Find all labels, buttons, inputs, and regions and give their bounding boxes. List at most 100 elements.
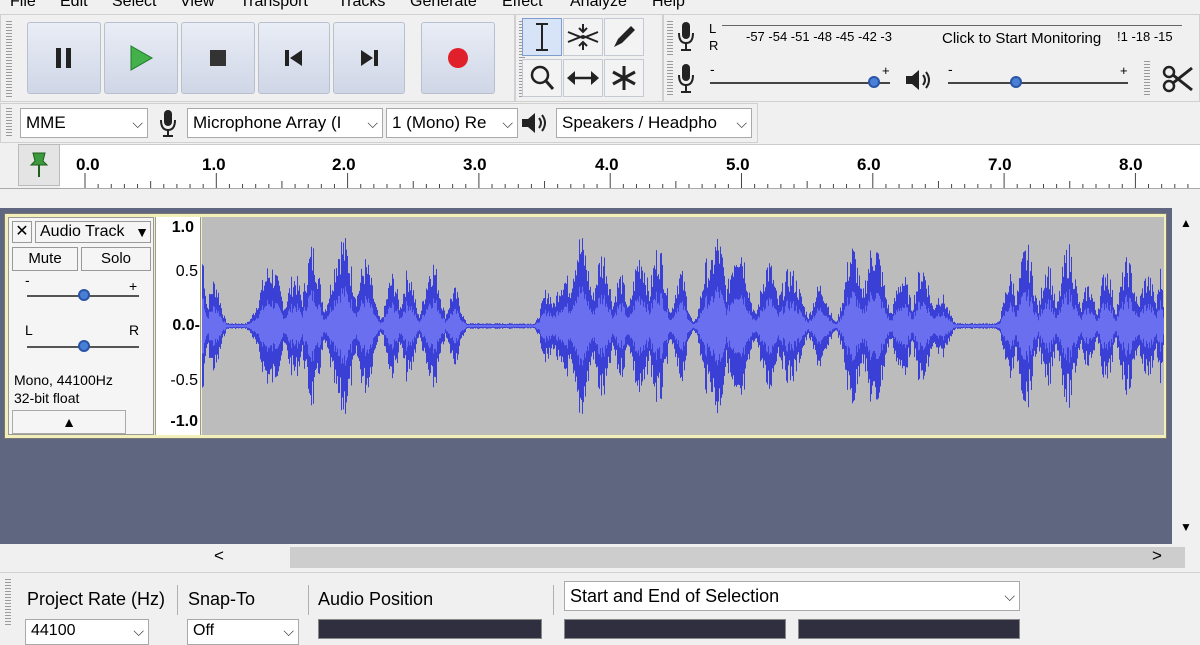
scrollbar-thumb[interactable] (290, 547, 1185, 568)
audio-position-label: Audio Position (318, 589, 434, 609)
solo-button[interactable]: Solo (81, 247, 151, 271)
envelope-icon (567, 24, 599, 50)
menu-analyze[interactable]: Analyze (570, 0, 627, 11)
toolbar-grip[interactable] (5, 579, 11, 627)
dropdown-arrow-icon: ▼ (135, 224, 149, 240)
time-shift-tool-button[interactable] (563, 59, 603, 97)
toolbar-grip[interactable] (1144, 61, 1150, 95)
scale-label: 0.0- (172, 317, 200, 334)
skip-to-start-button[interactable] (258, 22, 330, 94)
selection-start-time[interactable] (564, 619, 786, 639)
draw-tool-button[interactable] (604, 18, 644, 56)
record-meter[interactable]: -57 -54 -51 -48 -45 -42 -3 Click to Star… (722, 17, 1182, 57)
scissors-icon (1162, 65, 1193, 93)
chevron-down-icon: ⌵ (365, 109, 378, 137)
zoom-tool-button[interactable] (522, 59, 562, 97)
mute-button[interactable]: Mute (12, 247, 78, 271)
menu-select[interactable]: Select (112, 0, 156, 11)
microphone-icon[interactable] (676, 21, 696, 53)
audio-host-select[interactable]: MME ⌵ (20, 108, 148, 138)
pin-playhead-button[interactable] (18, 144, 60, 186)
menu-generate[interactable]: Generate (410, 0, 477, 11)
vertical-scrollbar[interactable]: ▲ ▼ (1172, 208, 1200, 544)
ruler-label: 0.0 (76, 155, 100, 174)
recording-volume-slider[interactable]: - + (710, 61, 890, 95)
speaker-icon (522, 113, 546, 133)
close-track-button[interactable]: ✕ (12, 221, 32, 243)
scroll-down-icon[interactable]: ▼ (1180, 520, 1192, 534)
audio-position-time[interactable] (318, 619, 542, 639)
speaker-icon (906, 70, 930, 90)
toolbar-grip[interactable] (667, 61, 673, 95)
collapse-arrow-icon: ▲ (62, 414, 76, 430)
scroll-right-icon[interactable]: > (1152, 546, 1162, 566)
selection-tool-button[interactable] (522, 18, 562, 56)
recording-device-select[interactable]: Microphone Array (I ⌵ (187, 108, 383, 138)
track-control-panel: ✕ Audio Track ▼ Mute Solo - + L R Mono, … (8, 217, 154, 435)
selection-toolbar: Project Rate (Hz) Snap-To Audio Position… (0, 572, 1200, 645)
monitor-prompt[interactable]: Click to Start Monitoring (942, 30, 1102, 47)
slider-thumb[interactable] (868, 76, 880, 88)
ruler-label: 6.0 (857, 155, 881, 174)
chevron-down-icon: ⌵ (734, 109, 747, 137)
close-icon: ✕ (15, 223, 29, 240)
track-menu-button[interactable]: Audio Track ▼ (35, 221, 151, 243)
waveform-display[interactable] (202, 217, 1164, 435)
slider-thumb[interactable] (78, 340, 90, 352)
pencil-icon (614, 26, 635, 47)
chevron-down-icon: ⌵ (283, 623, 294, 639)
project-rate-select[interactable]: 44100 ⌵ (25, 619, 149, 645)
menu-view[interactable]: View (180, 0, 214, 11)
ruler-label: 3.0 (463, 155, 487, 174)
menu-bar: File Edit Select View Transport Tracks G… (0, 0, 1200, 12)
snap-to-select[interactable]: Off ⌵ (187, 619, 299, 645)
collapse-track-button[interactable]: ▲ (12, 410, 126, 434)
double-arrow-icon (567, 71, 599, 85)
ruler-label: 2.0 (332, 155, 356, 174)
vertical-amplitude-scale[interactable]: 1.0 0.5 0.0- -0.5 -1.0 (155, 217, 201, 435)
selection-mode-select[interactable]: Start and End of Selection ⌵ (564, 581, 1020, 611)
menu-file[interactable]: File (10, 0, 36, 11)
menu-tracks[interactable]: Tracks (338, 0, 385, 11)
gain-slider[interactable]: - + (23, 272, 141, 308)
stop-icon (210, 50, 226, 66)
recording-channels-select[interactable]: 1 (Mono) Re ⌵ (386, 108, 518, 138)
toolbar-grip[interactable] (667, 21, 673, 55)
selection-end-time[interactable] (798, 619, 1020, 639)
scale-label: 0.5 (175, 263, 198, 280)
menu-effect[interactable]: Effect (502, 0, 543, 11)
track-bit-depth: 32-bit float (14, 390, 80, 406)
ruler-label: 5.0 (726, 155, 750, 174)
stop-button[interactable] (181, 22, 255, 94)
skip-to-end-button[interactable] (333, 22, 405, 94)
pause-button[interactable] (27, 22, 101, 94)
skip-to-start-icon (285, 50, 302, 66)
ruler-ticks (84, 173, 1189, 189)
multi-tool-button[interactable] (604, 59, 644, 97)
scale-label: -0.5 (170, 372, 198, 389)
envelope-tool-button[interactable] (563, 18, 603, 56)
magnifier-icon (530, 65, 555, 90)
slider-thumb[interactable] (1010, 76, 1022, 88)
track-name: Audio Track (40, 223, 125, 240)
cut-button[interactable] (1158, 60, 1198, 98)
toolbar-grip[interactable] (6, 108, 12, 138)
toolbar-grip[interactable] (6, 21, 12, 97)
menu-help[interactable]: Help (652, 0, 685, 11)
chevron-down-icon: ⌵ (132, 115, 143, 131)
record-button[interactable] (421, 22, 495, 94)
scale-label: -1.0 (170, 413, 198, 430)
playback-device-select[interactable]: Speakers / Headpho ⌵ (556, 108, 752, 138)
slider-thumb[interactable] (78, 289, 90, 301)
scroll-left-icon[interactable]: < (214, 546, 224, 566)
playback-volume-slider[interactable]: - + (948, 61, 1128, 95)
pan-slider[interactable]: L R (23, 316, 141, 356)
menu-edit[interactable]: Edit (60, 0, 88, 11)
horizontal-scrollbar[interactable]: < > (200, 544, 1200, 572)
device-toolbar: MME ⌵ Microphone Array (I ⌵ 1 (Mono) Re ⌵ S… (0, 103, 758, 143)
scroll-up-icon[interactable]: ▲ (1180, 216, 1192, 230)
menu-transport[interactable]: Transport (240, 0, 308, 11)
timeline-ruler[interactable]: 0.0 1.0 2.0 3.0 4.0 5.0 6.0 7.0 8.0 (60, 144, 1200, 189)
play-button[interactable] (104, 22, 178, 94)
play-icon (130, 45, 154, 71)
